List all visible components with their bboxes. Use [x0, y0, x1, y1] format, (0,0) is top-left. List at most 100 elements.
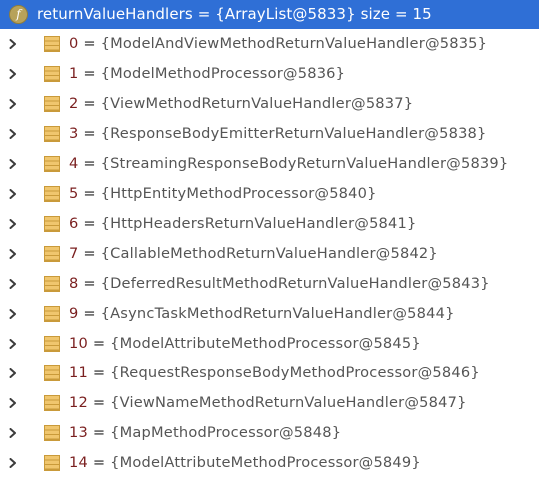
element-value: {ModelAttributeMethodProcessor@5849}	[110, 454, 421, 472]
element-index: 14	[69, 454, 88, 472]
element-label: 13 = {MapMethodProcessor@5848}	[69, 418, 341, 448]
array-element-row[interactable]: 12 = {ViewNameMethodReturnValueHandler@5…	[0, 388, 539, 418]
equals-sign: =	[78, 304, 101, 322]
equals-sign: =	[78, 214, 101, 232]
element-index: 1	[69, 64, 79, 82]
element-label: 5 = {HttpEntityMethodProcessor@5840}	[69, 179, 377, 209]
array-element-icon	[44, 185, 60, 202]
array-element-icon	[44, 155, 60, 172]
equals-sign: =	[78, 184, 101, 202]
element-label: 1 = {ModelMethodProcessor@5836}	[69, 59, 345, 89]
array-element-icon	[44, 335, 60, 352]
element-index: 12	[69, 394, 88, 412]
element-index: 4	[69, 154, 79, 172]
element-label: 0 = {ModelAndViewMethodReturnValueHandle…	[69, 29, 487, 59]
array-element-row[interactable]: 7 = {CallableMethodReturnValueHandler@58…	[0, 239, 539, 269]
array-element-icon	[44, 425, 60, 442]
element-value: {CallableMethodReturnValueHandler@5842}	[100, 244, 438, 262]
chevron-right-icon[interactable]	[9, 128, 17, 139]
array-element-row[interactable]: 14 = {ModelAttributeMethodProcessor@5849…	[0, 448, 539, 478]
variable-label: returnValueHandlers = {ArrayList@5833} s…	[37, 5, 432, 23]
element-index: 8	[69, 274, 79, 292]
array-element-row[interactable]: 6 = {HttpHeadersReturnValueHandler@5841}	[0, 209, 539, 239]
equals-sign: =	[87, 364, 111, 382]
chevron-right-icon[interactable]	[9, 278, 17, 289]
array-element-row[interactable]: 3 = {ResponseBodyEmitterReturnValueHandl…	[0, 119, 539, 149]
equals-sign: =	[87, 454, 111, 472]
element-value: {ModelAndViewMethodReturnValueHandler@58…	[100, 35, 488, 52]
element-label: 10 = {ModelAttributeMethodProcessor@5845…	[69, 329, 421, 359]
equals-sign: =	[87, 424, 111, 442]
element-value: {MapMethodProcessor@5848}	[110, 424, 342, 442]
array-element-icon	[44, 125, 60, 142]
element-label: 12 = {ViewNameMethodReturnValueHandler@5…	[69, 388, 467, 418]
element-index: 2	[69, 94, 79, 112]
element-value: {ResponseBodyEmitterReturnValueHandler@5…	[100, 124, 487, 142]
variables-tree: f returnValueHandlers = {ArrayList@5833}…	[0, 0, 539, 481]
equals-sign: =	[78, 64, 101, 82]
element-label: 9 = {AsyncTaskMethodReturnValueHandler@5…	[69, 299, 455, 329]
array-element-row[interactable]: 0 = {ModelAndViewMethodReturnValueHandle…	[0, 29, 539, 59]
array-element-icon	[44, 455, 60, 472]
equals-sign: =	[78, 94, 101, 112]
chevron-right-icon[interactable]	[9, 68, 17, 79]
chevron-right-icon[interactable]	[9, 218, 17, 229]
element-index: 6	[69, 214, 79, 232]
equals-sign: =	[78, 35, 101, 52]
element-index: 0	[69, 35, 79, 52]
array-element-icon	[44, 245, 60, 262]
array-element-row[interactable]: 2 = {ViewMethodReturnValueHandler@5837}	[0, 89, 539, 119]
element-value: {DeferredResultMethodReturnValueHandler@…	[100, 274, 490, 292]
chevron-right-icon[interactable]	[9, 458, 17, 469]
array-element-icon	[44, 65, 60, 82]
array-element-row[interactable]: 8 = {DeferredResultMethodReturnValueHand…	[0, 269, 539, 299]
array-element-row[interactable]: 5 = {HttpEntityMethodProcessor@5840}	[0, 179, 539, 209]
chevron-right-icon[interactable]	[9, 368, 17, 379]
chevron-right-icon[interactable]	[9, 98, 17, 109]
equals-sign: =	[78, 154, 101, 172]
chevron-right-icon[interactable]	[9, 39, 17, 49]
array-element-row[interactable]: 11 = {RequestResponseBodyMethodProcessor…	[0, 358, 539, 388]
element-value: {RequestResponseBodyMethodProcessor@5846…	[110, 364, 480, 382]
element-index: 3	[69, 124, 79, 142]
element-value: {ViewMethodReturnValueHandler@5837}	[100, 94, 414, 112]
array-element-icon	[44, 36, 60, 52]
element-label: 3 = {ResponseBodyEmitterReturnValueHandl…	[69, 119, 487, 149]
element-index: 11	[69, 364, 88, 382]
chevron-right-icon[interactable]	[9, 308, 17, 319]
chevron-right-icon[interactable]	[9, 248, 17, 259]
chevron-right-icon[interactable]	[9, 158, 17, 169]
array-element-row[interactable]: 10 = {ModelAttributeMethodProcessor@5845…	[0, 329, 539, 359]
array-element-row[interactable]: 9 = {AsyncTaskMethodReturnValueHandler@5…	[0, 299, 539, 329]
array-element-icon	[44, 395, 60, 412]
element-index: 5	[69, 184, 79, 202]
element-index: 9	[69, 304, 79, 322]
chevron-right-icon[interactable]	[9, 338, 17, 349]
field-icon: f	[9, 5, 28, 24]
equals-sign: =	[87, 394, 111, 412]
element-value: {HttpHeadersReturnValueHandler@5841}	[100, 214, 417, 232]
element-index: 10	[69, 334, 88, 352]
array-element-row[interactable]: 1 = {ModelMethodProcessor@5836}	[0, 59, 539, 89]
array-element-icon	[44, 275, 60, 292]
element-label: 8 = {DeferredResultMethodReturnValueHand…	[69, 269, 490, 299]
array-element-icon	[44, 305, 60, 322]
element-index: 7	[69, 244, 79, 262]
array-element-row[interactable]: 4 = {StreamingResponseBodyReturnValueHan…	[0, 149, 539, 179]
array-element-row[interactable]: 13 = {MapMethodProcessor@5848}	[0, 418, 539, 448]
element-label: 7 = {CallableMethodReturnValueHandler@58…	[69, 239, 438, 269]
element-value: {ViewNameMethodReturnValueHandler@5847}	[110, 394, 467, 412]
element-index: 13	[69, 424, 88, 442]
chevron-right-icon[interactable]	[9, 428, 17, 439]
element-value: {StreamingResponseBodyReturnValueHandler…	[100, 154, 509, 172]
selected-variable-row[interactable]: f returnValueHandlers = {ArrayList@5833}…	[0, 0, 539, 29]
element-label: 11 = {RequestResponseBodyMethodProcessor…	[69, 358, 480, 388]
equals-sign: =	[87, 334, 111, 352]
element-value: {AsyncTaskMethodReturnValueHandler@5844}	[100, 304, 455, 322]
element-label: 14 = {ModelAttributeMethodProcessor@5849…	[69, 448, 421, 478]
equals-sign: =	[78, 124, 101, 142]
chevron-right-icon[interactable]	[9, 188, 17, 199]
element-label: 6 = {HttpHeadersReturnValueHandler@5841}	[69, 209, 417, 239]
element-label: 4 = {StreamingResponseBodyReturnValueHan…	[69, 149, 508, 179]
chevron-right-icon[interactable]	[9, 398, 17, 409]
